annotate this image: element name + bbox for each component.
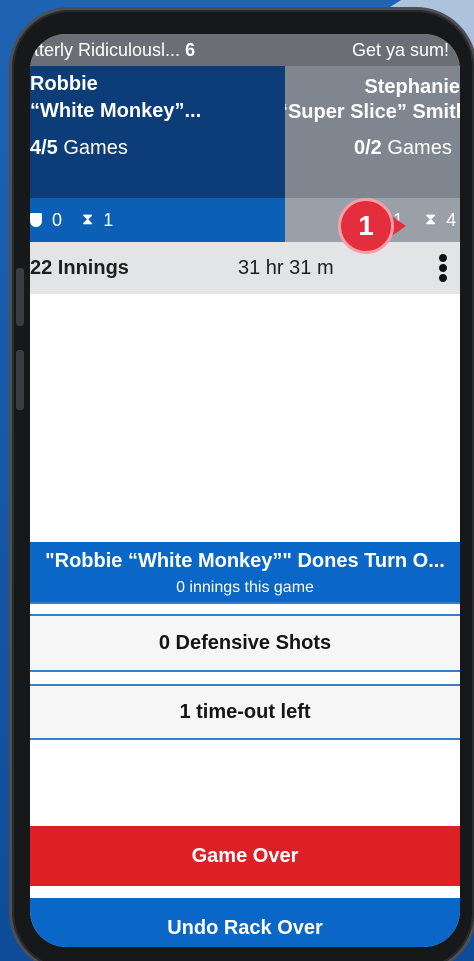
team-score-left: 6 (185, 39, 196, 60)
innings-count: 22 Innings (30, 256, 129, 279)
app-screen: tterly Ridiculousl... 6 Get ya sum! - Ro… (30, 34, 460, 947)
player1-nickname: “White Monkey”... (30, 100, 202, 122)
defensive-shots-button[interactable]: 0 Defensive Shots (30, 616, 460, 670)
step-badge: 1 (338, 198, 408, 254)
divider (30, 670, 460, 686)
player2-games-count: 0/2 (354, 137, 382, 159)
spacer (30, 740, 460, 826)
player2-name: Stephanie (364, 76, 460, 98)
turn-banner: "Robbie “White Monkey”" Dones Turn O... … (30, 542, 460, 602)
game-over-button[interactable]: Game Over (30, 826, 460, 886)
turn-title: "Robbie “White Monkey”" Dones Turn O... (45, 550, 445, 572)
undo-rack-over-button[interactable]: Undo Rack Over (30, 898, 460, 947)
turn-subtitle: 0 innings this game (176, 579, 314, 596)
player2-games-label: Games (387, 137, 452, 159)
shield-icon (30, 213, 42, 227)
player2-timeouts-count: 4 (446, 209, 457, 230)
match-title-left: tterly Ridiculousl... 6 (30, 40, 195, 61)
match-header-bar: tterly Ridiculousl... 6 Get ya sum! - (30, 34, 460, 66)
player2-nickname: “Super Slice” Smith (285, 101, 460, 123)
hourglass-icon: ⧗ (425, 211, 437, 228)
hourglass-icon: ⧗ (82, 211, 94, 228)
content-area (30, 294, 460, 542)
elapsed-time: 31 hr 31 m (238, 256, 334, 279)
spacer (30, 886, 460, 898)
player1-defensive-count: 0 (52, 209, 63, 230)
defensive-shots-label: 0 Defensive Shots (158, 631, 332, 654)
divider (30, 602, 460, 616)
player1-games: 4/5 Games (30, 137, 128, 160)
timeout-label: 1 time-out left (179, 700, 311, 723)
player1-name: Robbie (30, 73, 98, 95)
phone-side-button (16, 350, 24, 410)
team-name-left: tterly Ridiculousl... (34, 39, 181, 60)
more-vert-icon[interactable] (436, 250, 450, 286)
phone-side-button (16, 268, 24, 326)
player1-stats: 0 ⧗ 1 (30, 198, 285, 242)
player2-games: 0/2 Games (354, 137, 452, 160)
player1-timeouts-count: 1 (103, 209, 114, 230)
player1-games-count: 4/5 (30, 137, 58, 159)
player1-games-label: Games (63, 137, 128, 159)
player1-card[interactable]: Robbie “White Monkey”... 4/5 Games 0 ⧗ 1 (30, 66, 285, 242)
timeout-button[interactable]: 1 time-out left (30, 686, 460, 740)
team-name-right: Get ya sum! - (351, 39, 460, 60)
step-number-badge: 1 (338, 198, 394, 254)
